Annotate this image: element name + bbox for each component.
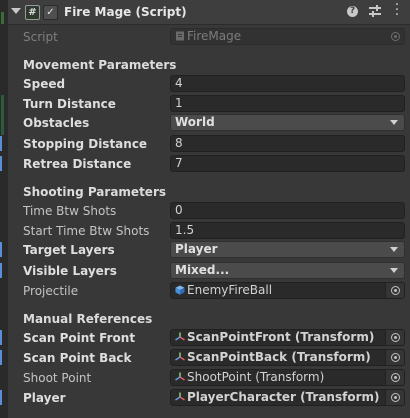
projectile-value: EnemyFireBall	[187, 283, 273, 297]
stopping-distance-label: Stopping Distance	[23, 137, 148, 151]
object-picker-icon[interactable]	[391, 333, 400, 342]
target-layers-label: Target Layers	[23, 243, 115, 257]
visible-layers-dropdown[interactable]: Mixed...	[170, 262, 405, 279]
visible-layers-value: Mixed...	[175, 263, 230, 277]
target-layers-dropdown[interactable]: Player	[170, 241, 405, 258]
chevron-down-icon	[390, 268, 398, 273]
shoot-point-label: Shoot Point	[23, 371, 92, 385]
component-enabled-checkbox[interactable]: ✓	[43, 5, 58, 20]
speed-row: Speed 4	[23, 74, 405, 94]
projectile-field[interactable]: EnemyFireBall	[170, 282, 405, 299]
manual-section-title: Manual References	[23, 312, 153, 326]
turn-distance-field[interactable]: 1	[170, 95, 405, 112]
modified-indicator	[0, 242, 2, 257]
time-btw-shots-field[interactable]: 0	[170, 202, 405, 219]
time-btw-shots-row: Time Btw Shots 0	[23, 201, 405, 221]
obstacles-dropdown[interactable]: World	[170, 114, 405, 131]
scan-point-front-label: Scan Point Front	[23, 331, 136, 345]
object-picker-icon	[391, 32, 400, 41]
retrea-distance-field[interactable]: 7	[170, 155, 405, 172]
transform-axes-icon	[175, 372, 185, 381]
target-layers-row: Target Layers Player	[0, 240, 405, 260]
obstacles-row: Obstacles World	[23, 113, 405, 133]
turn-distance-row: Turn Distance 1	[23, 94, 405, 114]
speed-field[interactable]: 4	[170, 75, 405, 92]
turn-distance-label: Turn Distance	[23, 97, 116, 111]
projectile-row: Projectile EnemyFireBall	[23, 281, 405, 301]
projectile-label: Projectile	[23, 284, 79, 298]
help-icon[interactable]: ?	[347, 6, 358, 17]
chevron-down-icon	[390, 247, 398, 252]
scan-point-front-row: Scan Point Front ScanPointFront (Transfo…	[0, 328, 405, 348]
start-time-btw-shots-field[interactable]: 1.5	[170, 222, 405, 239]
script-icon: #	[25, 5, 40, 20]
script-row: Script FireMage	[23, 27, 405, 47]
scan-point-front-field[interactable]: ScanPointFront (Transform)	[170, 329, 405, 346]
component-header[interactable]: # ✓ Fire Mage (Script) ? · · ·	[8, 0, 410, 25]
modified-indicator	[0, 390, 2, 405]
object-picker-icon[interactable]	[391, 353, 400, 362]
modified-indicator	[0, 350, 2, 365]
obstacles-label: Obstacles	[23, 116, 90, 130]
retrea-distance-label: Retrea Distance	[23, 157, 132, 171]
scan-point-back-value: ScanPointBack (Transform)	[187, 350, 371, 364]
retrea-distance-row: Retrea Distance 7	[0, 154, 405, 174]
scan-point-front-value: ScanPointFront (Transform)	[187, 330, 375, 344]
transform-axes-icon	[175, 332, 185, 341]
script-label: Script	[23, 30, 58, 44]
shoot-point-value: ShootPoint (Transform)	[187, 370, 325, 384]
script-field-value: FireMage	[187, 29, 242, 43]
chevron-down-icon	[390, 120, 398, 125]
object-picker-icon[interactable]	[391, 393, 400, 402]
time-btw-shots-label: Time Btw Shots	[23, 204, 117, 218]
player-value: PlayerCharacter (Transform)	[187, 390, 380, 404]
player-field[interactable]: PlayerCharacter (Transform)	[170, 389, 405, 406]
shoot-point-row: Shoot Point ShootPoint (Transform)	[23, 368, 405, 388]
start-time-btw-shots-label: Start Time Btw Shots	[23, 224, 150, 238]
movement-section-title: Movement Parameters	[23, 58, 177, 72]
target-layers-value: Player	[175, 242, 218, 256]
shooting-section-title: Shooting Parameters	[23, 185, 166, 199]
stopping-distance-field[interactable]: 8	[170, 135, 405, 152]
object-picker-icon[interactable]	[391, 373, 400, 382]
transform-axes-icon	[175, 392, 185, 401]
inspector-panel: # ✓ Fire Mage (Script) ? · · · Script Fire…	[0, 0, 410, 418]
visible-layers-row: Visible Layers Mixed...	[0, 261, 405, 281]
scan-point-back-label: Scan Point Back	[23, 351, 132, 365]
script-asset-icon	[176, 31, 184, 41]
player-row: Player PlayerCharacter (Transform)	[0, 388, 405, 408]
presets-sliders-icon[interactable]	[368, 4, 382, 18]
visible-layers-label: Visible Layers	[23, 264, 117, 278]
kebab-menu-icon[interactable]: · · ·	[392, 0, 402, 22]
obstacles-value: World	[175, 115, 215, 129]
modified-indicator	[0, 330, 2, 345]
player-label: Player	[23, 391, 66, 405]
prefab-cube-icon	[175, 285, 185, 295]
modified-indicator	[0, 263, 2, 278]
scan-point-back-field[interactable]: ScanPointBack (Transform)	[170, 349, 405, 366]
shoot-point-field[interactable]: ShootPoint (Transform)	[170, 369, 405, 386]
component-title: Fire Mage (Script)	[64, 5, 187, 19]
scan-point-back-row: Scan Point Back ScanPointBack (Transform…	[0, 348, 405, 368]
object-picker-icon[interactable]	[391, 286, 400, 295]
stopping-distance-row: Stopping Distance 8	[0, 134, 405, 154]
speed-label: Speed	[23, 77, 66, 91]
transform-axes-icon	[175, 352, 185, 361]
foldout-arrow-icon[interactable]	[11, 8, 21, 14]
start-time-btw-shots-row: Start Time Btw Shots 1.5	[23, 221, 405, 241]
modified-indicator	[0, 136, 2, 151]
script-field: FireMage	[170, 28, 405, 45]
modified-indicator	[0, 156, 2, 171]
